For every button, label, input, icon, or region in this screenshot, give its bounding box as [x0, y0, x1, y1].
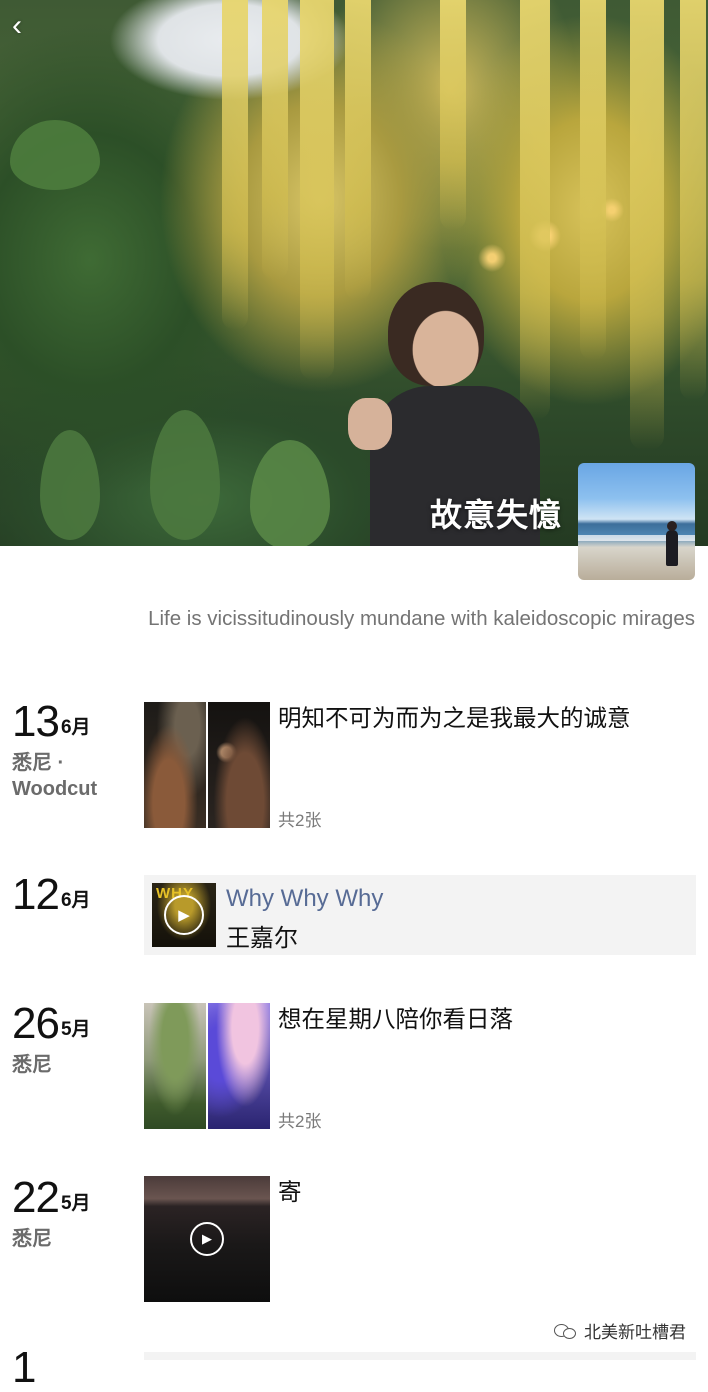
leaf-decoration [10, 120, 100, 190]
music-cover: WHY ▶ [152, 883, 216, 947]
play-icon[interactable]: ▶ [190, 1222, 224, 1256]
flower-decoration [300, 0, 334, 380]
post-month: 5月 [60, 1019, 91, 1040]
photo-count: 共2张 [278, 811, 322, 830]
post-caption: 想在星期八陪你看日落 [278, 1006, 513, 1032]
post-caption: 寄 [278, 1179, 302, 1205]
post-caption: 明知不可为而为之是我最大的诚意 [278, 705, 631, 731]
watermark: 北美新吐槽君 [554, 1318, 686, 1343]
person-figure [388, 282, 484, 386]
flower-decoration [630, 0, 664, 450]
music-title: Why Why Why [226, 885, 384, 912]
leaf-decoration [250, 440, 330, 546]
profile-avatar[interactable] [578, 463, 695, 580]
flower-decoration [262, 0, 288, 280]
flower-decoration [580, 0, 606, 360]
leaf-decoration [40, 430, 100, 540]
music-artist: 王嘉尔 [226, 925, 298, 952]
post-location[interactable]: 悉尼 · Woodcut [12, 750, 132, 802]
post-day-partial: 1 [12, 1343, 37, 1392]
profile-username: 故意失憶 [429, 497, 562, 533]
chevron-left-icon: ‹ [12, 9, 22, 42]
watermark-text: 北美新吐槽君 [584, 1323, 686, 1342]
post-date: 12 6月 [12, 873, 91, 917]
play-icon[interactable]: ▶ [164, 895, 204, 935]
post-photo[interactable] [144, 702, 206, 828]
flower-decoration [345, 0, 371, 300]
avatar-figure [666, 521, 678, 566]
post-location[interactable]: 悉尼 [12, 1226, 132, 1252]
post-video[interactable]: ▶ [144, 1176, 270, 1302]
post-location[interactable]: 悉尼 [12, 1052, 132, 1078]
flower-decoration [222, 0, 248, 330]
post-day: 12 [12, 870, 60, 919]
post-date: 22 5月 [12, 1176, 91, 1220]
flower-decoration [680, 0, 706, 400]
post-month: 6月 [60, 717, 91, 738]
post-date: 26 5月 [12, 1002, 91, 1046]
wechat-icon [554, 1322, 578, 1340]
post-date: 13 6月 [12, 700, 91, 744]
photo-count: 共2张 [278, 1112, 322, 1131]
person-figure [348, 398, 392, 450]
post-month: 6月 [60, 890, 91, 911]
post-photo[interactable] [208, 702, 270, 828]
post-photo[interactable] [144, 1003, 206, 1129]
post-photos[interactable] [144, 1003, 270, 1129]
profile-signature: Life is vicissitudinously mundane with k… [148, 607, 695, 630]
post-photo[interactable] [208, 1003, 270, 1129]
post-month: 5月 [60, 1193, 91, 1214]
music-share-card[interactable]: WHY ▶ Why Why Why 王嘉尔 [144, 875, 696, 955]
flower-decoration [440, 0, 466, 230]
flower-decoration [520, 0, 550, 420]
post-day: 22 [12, 1173, 60, 1222]
leaf-decoration [150, 410, 220, 540]
post-day: 26 [12, 999, 60, 1048]
post-photos[interactable] [144, 702, 270, 828]
post-day: 13 [12, 697, 60, 746]
back-button[interactable]: ‹ [12, 10, 42, 42]
music-share-card-partial[interactable] [144, 1352, 696, 1360]
